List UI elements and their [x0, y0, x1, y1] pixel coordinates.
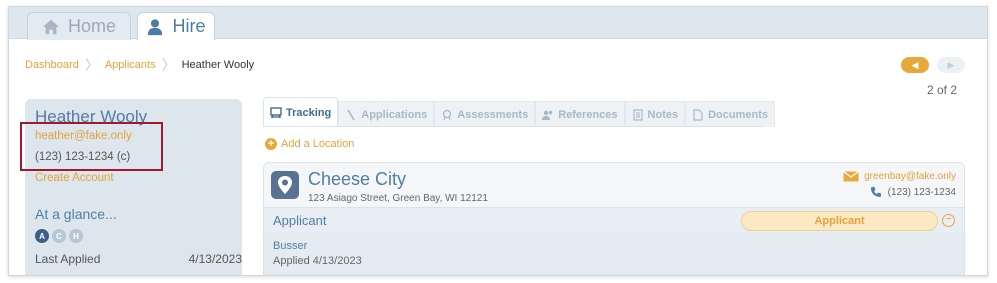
job-title-link[interactable]: Busser	[273, 240, 307, 252]
breadcrumb-dashboard[interactable]: Dashboard	[25, 59, 79, 71]
add-location-link[interactable]: + Add a Location	[265, 138, 354, 150]
tab-applications[interactable]: Applications	[338, 101, 435, 127]
glance-indicator-a: A	[35, 229, 49, 243]
location-email-link[interactable]: greenbay@fake.only	[843, 171, 956, 182]
tab-notes[interactable]: Notes	[624, 101, 686, 127]
tab-assessments[interactable]: Assessments	[434, 101, 536, 127]
applicant-section-header: Applicant Applicant −	[264, 207, 964, 233]
phone-icon	[870, 187, 881, 197]
arrow-right-icon: ▶	[947, 59, 955, 70]
job-row: Busser Applied 4/13/2023	[264, 233, 964, 275]
glance-indicators: A C H	[35, 229, 83, 243]
collapse-icon[interactable]: −	[942, 214, 955, 227]
breadcrumb-applicants[interactable]: Applicants	[105, 59, 156, 71]
user-icon	[148, 18, 163, 35]
note-icon	[632, 108, 643, 121]
location-phone: (123) 123-1234	[870, 186, 956, 198]
home-icon	[42, 19, 60, 34]
tab-applications-label: Applications	[361, 108, 428, 121]
last-applied-label: Last Applied	[35, 252, 101, 266]
pen-icon	[347, 109, 355, 120]
chevron-right-icon: 〉	[84, 57, 99, 73]
chevron-right-icon: 〉	[161, 57, 176, 73]
breadcrumb-current: Heather Wooly	[181, 59, 255, 71]
document-icon	[693, 108, 703, 121]
next-button[interactable]: ▶	[937, 57, 965, 73]
glance-indicator-h: H	[69, 229, 83, 243]
tab-hire[interactable]: Hire	[137, 12, 215, 40]
glance-indicator-c: C	[52, 229, 66, 243]
location-header: Cheese City 123 Asiago Street, Green Bay…	[264, 163, 964, 207]
applicant-section-label: Applicant	[273, 213, 327, 228]
last-applied-date: 4/13/2023	[188, 252, 242, 266]
glance-title: At a glance...	[35, 206, 117, 222]
tab-notes-label: Notes	[647, 108, 679, 121]
location-pin-icon	[271, 171, 299, 199]
tab-references-label: References	[558, 108, 618, 121]
location-panel: Cheese City 123 Asiago Street, Green Bay…	[263, 162, 965, 275]
location-name: Cheese City	[308, 169, 407, 189]
tab-documents-label: Documents	[708, 108, 768, 121]
tab-tracking[interactable]: Tracking	[263, 97, 339, 127]
job-applied-date: Applied 4/13/2023	[273, 255, 362, 267]
location-phone-number: (123) 123-1234	[887, 186, 956, 198]
plus-icon: +	[265, 138, 277, 150]
tab-tracking-label: Tracking	[286, 106, 332, 119]
tracking-icon	[270, 106, 282, 118]
tab-home[interactable]: Home	[27, 12, 131, 40]
location-address: 123 Asiago Street, Green Bay, WI 12121	[308, 193, 488, 204]
tab-references[interactable]: References	[535, 101, 625, 127]
tab-home-label: Home	[67, 16, 116, 36]
arrow-left-icon: ◀	[911, 59, 919, 70]
highlight-box	[20, 122, 163, 171]
tab-divider	[263, 126, 763, 127]
award-icon	[443, 109, 452, 120]
add-location-label: Add a Location	[281, 138, 355, 150]
status-badge[interactable]: Applicant	[741, 211, 938, 231]
create-account-link[interactable]: Create Account	[35, 172, 114, 184]
previous-button[interactable]: ◀	[901, 57, 929, 73]
tab-documents[interactable]: Documents	[685, 101, 775, 127]
pager: ◀ ▶	[901, 57, 965, 73]
envelope-icon	[843, 171, 859, 182]
top-tab-bar: Home Hire	[9, 7, 987, 40]
breadcrumb: Dashboard 〉 Applicants 〉 Heather Wooly	[25, 55, 254, 75]
tab-assessments-label: Assessments	[457, 108, 529, 121]
content-tabs: Tracking Applications Assessments Refere…	[263, 97, 775, 127]
users-icon	[542, 110, 553, 120]
tab-hire-label: Hire	[172, 16, 206, 36]
location-email: greenbay@fake.only	[864, 171, 956, 182]
page-count: 2 of 2	[926, 83, 957, 97]
